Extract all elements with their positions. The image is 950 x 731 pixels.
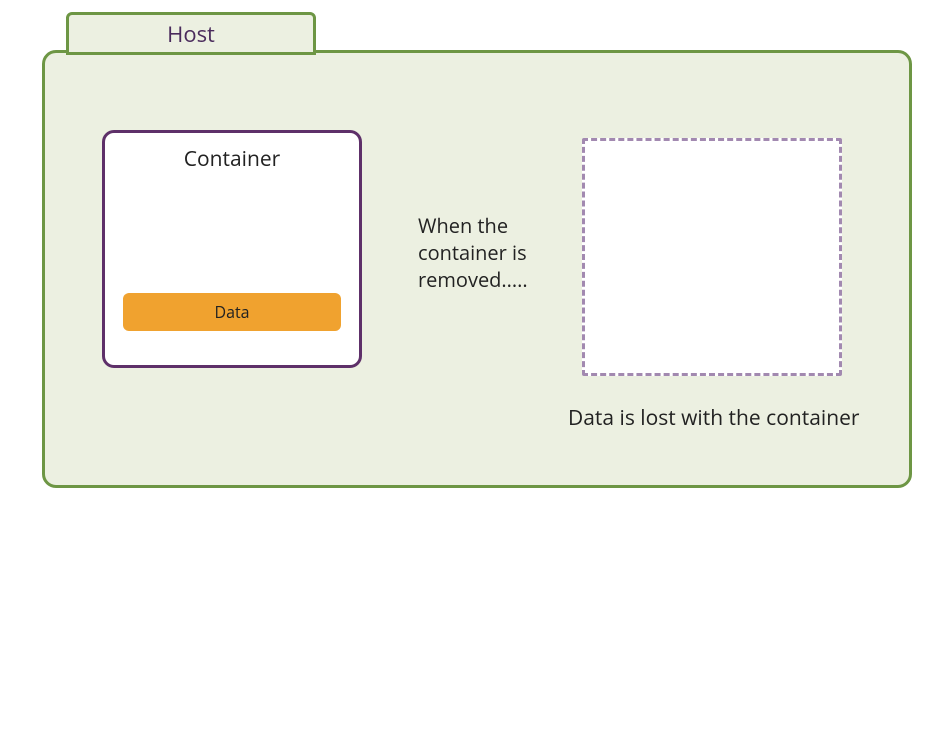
container-title: Container (105, 145, 359, 173)
data-lost-message: Data is lost with the container (568, 404, 859, 432)
host-tab: Host (66, 12, 316, 55)
container-box: Container Data (102, 130, 362, 368)
removal-message: When the container is removed..... (418, 212, 558, 293)
data-box: Data (123, 293, 341, 331)
data-label: Data (214, 301, 249, 323)
host-tab-label: Host (167, 19, 215, 49)
removed-container-placeholder (582, 138, 842, 376)
